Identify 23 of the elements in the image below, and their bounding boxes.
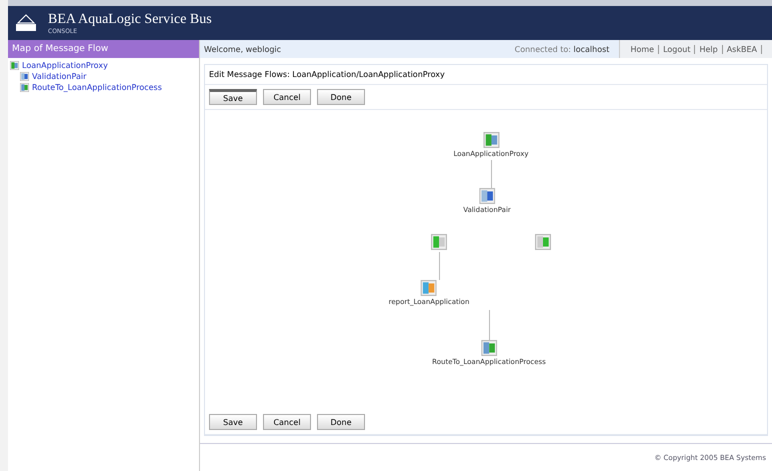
connection-text: Connected to: localhost [514, 44, 610, 54]
route-icon [20, 83, 29, 92]
top-button[interactable]: Done [317, 89, 365, 105]
proxy-icon [10, 61, 19, 70]
header-link[interactable]: AskBEA [726, 44, 757, 54]
tree-item[interactable]: ValidationPair [32, 72, 86, 81]
tree-item[interactable]: RouteTo_LoanApplicationProcess [32, 83, 162, 92]
header-link[interactable]: Help [699, 44, 718, 54]
welcome-text: Welcome, weblogic [203, 44, 282, 54]
app-title: BEA AquaLogic Service Bus [48, 12, 212, 28]
header-link[interactable]: Logout [663, 44, 690, 54]
proxy-icon [483, 132, 499, 148]
bottom-button[interactable]: Done [317, 414, 365, 430]
page-title: Edit Message Flows: LoanApplication/LoanApplicationProxy [205, 65, 767, 85]
sidebar-header: Map of Message Flow [8, 40, 199, 58]
top-button[interactable]: Cancel [263, 89, 311, 105]
tree-item[interactable]: LoanApplicationProxy [22, 61, 108, 70]
top-button[interactable]: Save [209, 89, 257, 105]
pipeline-pair-icon [20, 72, 29, 81]
logo-icon [14, 13, 38, 33]
bottom-button[interactable]: Cancel [263, 414, 311, 430]
header-link[interactable]: Home [630, 44, 654, 54]
bottom-button[interactable]: Save [209, 414, 257, 430]
